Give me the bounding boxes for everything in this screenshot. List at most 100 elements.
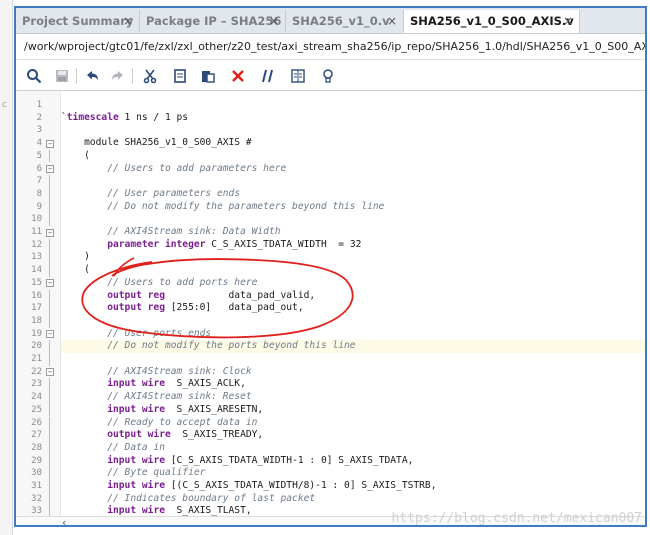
close-icon[interactable]: ×	[269, 10, 279, 32]
line-number: 11	[31, 227, 42, 237]
code-line[interactable]: (	[61, 150, 645, 163]
code-line[interactable]: `timescale 1 ns / 1 ps	[61, 112, 645, 125]
code-line[interactable]: // User ports ends	[61, 328, 645, 341]
line-number: 30	[31, 468, 42, 479]
fold-guide	[49, 264, 50, 277]
code-line[interactable]: input wire [C_S_AXIS_TDATA_WIDTH-1 : 0] …	[61, 455, 645, 468]
redo-icon[interactable]	[108, 66, 128, 86]
tab-label: SHA256_v1_0_S00_AXIS.v	[410, 14, 574, 28]
copy-icon[interactable]	[170, 66, 190, 86]
line-number: 31	[31, 481, 42, 491]
fold-toggle-icon[interactable]: −	[46, 139, 54, 148]
fold-guide	[49, 238, 50, 252]
code-line[interactable]: // Data in	[61, 442, 645, 455]
code-line[interactable]	[61, 353, 645, 366]
fold-toggle-icon[interactable]: −	[46, 165, 54, 173]
code-line[interactable]: parameter integer C_S_AXIS_TDATA_WIDTH =…	[61, 239, 645, 252]
tab-project-summary[interactable]: Project Summary ×	[16, 10, 140, 32]
fold-guide	[49, 429, 50, 442]
code-line[interactable]: // Do not modify the parameters beyond t…	[61, 201, 645, 214]
close-icon[interactable]: ×	[387, 10, 397, 32]
left-panel-edge: c	[0, 0, 13, 535]
code-line[interactable]: output reg [255:0] data_pad_out,	[61, 302, 645, 315]
line-number: 12	[31, 239, 42, 250]
code-line[interactable]	[61, 124, 645, 137]
search-icon[interactable]	[24, 66, 44, 86]
code-line[interactable]: input wire S_AXIS_ACLK,	[61, 378, 645, 391]
code-editor[interactable]: 1 2 3 4−5 6−7 8 9 10 11−12 13 14 15−16 17 18 19−20 21 22…	[16, 91, 645, 516]
code-line[interactable]: module SHA256_v1_0_S00_AXIS #	[61, 137, 645, 150]
code-line[interactable]: // Byte qualifier	[61, 467, 645, 480]
fold-guide	[49, 187, 50, 201]
fold-toggle-icon[interactable]: −	[46, 228, 54, 237]
close-icon[interactable]: ×	[563, 10, 573, 32]
line-number-gutter: 1 2 3 4−5 6−7 8 9 10 11−12 13 14 15−16 17 18 19−20 21 22…	[16, 91, 61, 516]
tab-sha256-s00-axis[interactable]: SHA256_v1_0_S00_AXIS.v ×	[404, 10, 580, 33]
fold-guide	[49, 353, 50, 366]
fold-guide	[49, 213, 50, 226]
code-line[interactable]: // User parameters ends	[61, 188, 645, 201]
cut-icon[interactable]	[140, 66, 160, 86]
line-number: 28	[31, 442, 42, 453]
code-line[interactable]	[61, 213, 645, 226]
code-line[interactable]: output wire S_AXIS_TREADY,	[61, 429, 645, 442]
line-number: 29	[31, 455, 42, 466]
code-line[interactable]: input wire S_AXIS_ARESETN,	[61, 404, 645, 417]
code-line[interactable]	[61, 99, 645, 112]
fold-toggle-icon[interactable]: −	[46, 279, 54, 288]
line-number: 19	[31, 328, 42, 339]
code-line[interactable]: // AXI4Stream sink: Data Width	[61, 226, 645, 239]
code-line[interactable]	[61, 175, 645, 188]
code-line[interactable]: (	[61, 264, 645, 277]
editor-toolbar	[16, 62, 645, 91]
indent-icon[interactable]	[288, 66, 308, 86]
scroll-left-icon[interactable]: ‹	[62, 516, 66, 525]
line-number: 23	[31, 379, 42, 390]
line-number: 33	[31, 506, 42, 516]
code-line[interactable]: // Do not modify the ports beyond this l…	[61, 340, 645, 353]
watermark: https://blog.csdn.net/mexican007	[391, 511, 642, 526]
bulb-icon[interactable]	[318, 66, 338, 86]
fold-toggle-icon[interactable]: −	[46, 330, 54, 339]
toolbar-separator	[76, 68, 77, 84]
fold-guide	[49, 505, 50, 516]
comment-icon[interactable]	[258, 66, 278, 86]
line-number: 25	[31, 404, 42, 415]
save-icon[interactable]	[52, 66, 72, 86]
fold-guide	[49, 149, 50, 163]
tab-label: Project Summary	[22, 14, 134, 28]
code-line[interactable]: // Ready to accept data in	[61, 417, 645, 430]
code-line[interactable]: // Users to add parameters here	[61, 163, 645, 176]
paste-icon[interactable]	[198, 66, 218, 86]
fold-guide	[49, 467, 50, 480]
tab-bar: Project Summary × Package IP – SHA256 × …	[16, 8, 645, 34]
tab-package-ip[interactable]: Package IP – SHA256 ×	[140, 10, 286, 32]
tab-sha256-v1-0[interactable]: SHA256_v1_0.v ×	[286, 10, 404, 32]
code-line[interactable]: input wire [(C_S_AXIS_TDATA_WIDTH/8)-1 :…	[61, 480, 645, 493]
fold-guide	[49, 340, 50, 353]
delete-icon[interactable]	[228, 66, 248, 86]
fold-guide	[49, 492, 50, 506]
close-icon[interactable]: ×	[123, 10, 133, 32]
line-number: 4	[36, 138, 42, 149]
fold-guide	[49, 378, 50, 392]
line-number: 15	[31, 277, 42, 288]
line-number: 26	[31, 417, 42, 428]
code-line[interactable]: // Indicates boundary of last packet	[61, 493, 645, 506]
code-line[interactable]: )	[61, 251, 645, 264]
fold-guide	[49, 302, 50, 315]
tab-label: Package IP – SHA256	[146, 14, 282, 28]
fold-toggle-icon[interactable]: −	[46, 368, 54, 377]
code-line[interactable]: // AXI4Stream sink: Reset	[61, 391, 645, 404]
code-line[interactable]: // AXI4Stream sink: Clock	[61, 366, 645, 379]
fold-guide	[49, 251, 50, 265]
fold-guide	[49, 314, 50, 328]
undo-icon[interactable]	[82, 66, 102, 86]
line-number: 14	[31, 265, 42, 276]
code-line[interactable]: // Users to add ports here	[61, 277, 645, 290]
line-number: 7	[36, 176, 42, 187]
fold-guide	[49, 175, 50, 188]
code-line[interactable]	[61, 315, 645, 328]
code-line[interactable]: output reg data_pad_valid,	[61, 290, 645, 303]
line-number: 18	[31, 315, 42, 326]
